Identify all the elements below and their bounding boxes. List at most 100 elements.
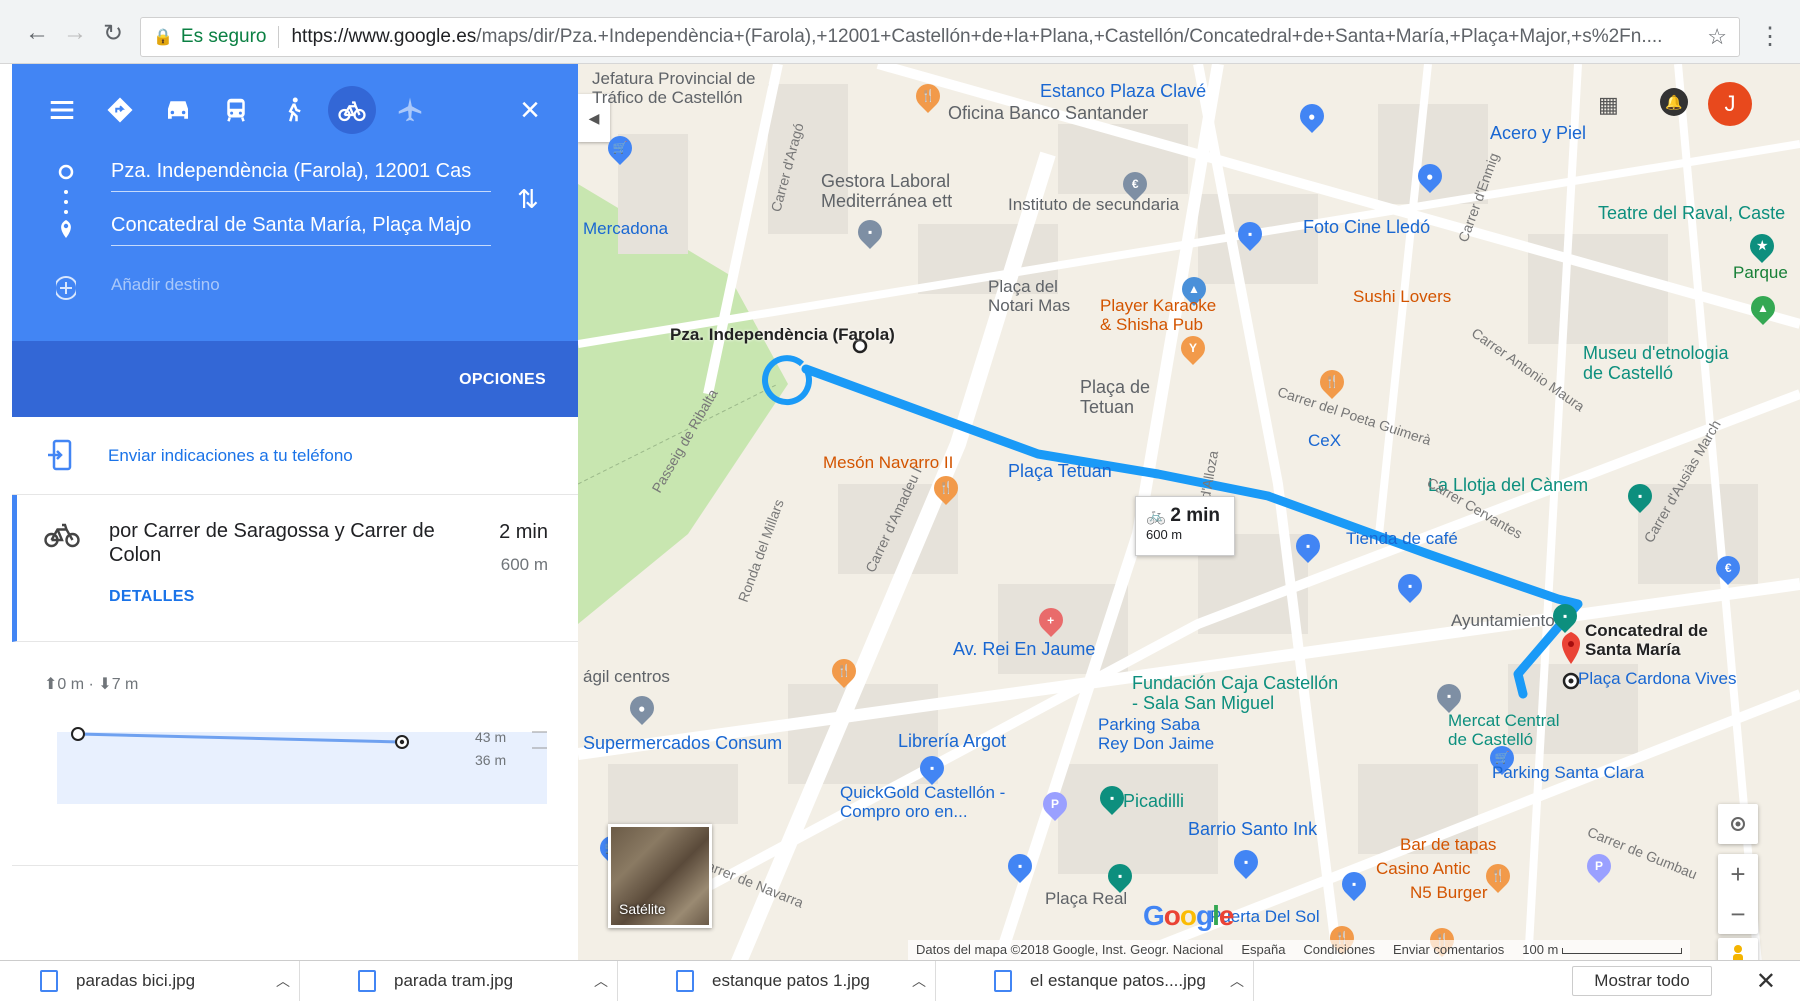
chevron-up-icon[interactable]: ︿ (276, 971, 290, 991)
address-bar[interactable]: 🔒 Es seguro https://www.google.es /maps/… (140, 17, 1740, 57)
google-logo: Google (1143, 900, 1234, 931)
route-distance: 600 m (500, 555, 548, 574)
map-place-label[interactable]: Parking Saba Rey Don Jaime (1098, 715, 1214, 753)
download-item[interactable]: estanque patos 1.jpg ︿ (636, 961, 936, 1001)
map-place-label[interactable]: Mesón Navarro II (823, 453, 953, 473)
map-place-label[interactable]: ágil centros (583, 667, 670, 687)
show-all-downloads-button[interactable]: Mostrar todo (1572, 966, 1712, 996)
notifications-icon[interactable]: 🔔 (1660, 88, 1688, 116)
send-to-phone-row[interactable]: Enviar indicaciones a tu teléfono (12, 417, 578, 495)
image-file-icon (994, 970, 1012, 992)
chevron-up-icon[interactable]: ︿ (912, 971, 926, 991)
map-place-label[interactable]: Plaça Tetuan (1008, 461, 1112, 482)
destination-input[interactable]: Concatedral de Santa María, Plaça Majo (111, 206, 491, 246)
options-button[interactable]: OPCIONES (459, 371, 546, 389)
walk-mode-icon[interactable] (270, 86, 318, 134)
options-bar: OPCIONES (12, 341, 578, 417)
flight-mode-icon[interactable] (386, 86, 434, 134)
route-duration: 2 min (499, 521, 548, 543)
route-via-text: por Carrer de Saragossa y Carrer de Colo… (109, 520, 435, 566)
map-place-label[interactable]: CeX (1308, 431, 1341, 451)
map-place-label[interactable]: Acero y Piel (1490, 123, 1586, 144)
map-place-label[interactable]: Foto Cine Lledó (1303, 217, 1430, 238)
map-attribution: Datos del mapa ©2018 Google, Inst. Geogr… (916, 942, 1224, 957)
origin-input[interactable]: Pza. Independència (Farola), 12001 Cas (111, 152, 491, 192)
bike-small-icon: 🚲 (1146, 508, 1166, 525)
map-place-label[interactable]: Av. Rei En Jaume (953, 639, 1095, 660)
map-place-label[interactable]: Fundación Caja Castellón - Sala San Migu… (1132, 673, 1338, 714)
map-place-label[interactable]: Sushi Lovers (1353, 287, 1451, 307)
apps-grid-icon[interactable]: ▦ (1598, 92, 1619, 118)
map-canvas[interactable]: ◀ 🍴 🛒 ● ● € ▪ ▪ ★ ▲ ▲ Y 🍴 ▪ 🍴 ▪ ▪ € ▪ + … (578, 64, 1800, 960)
map-place-label[interactable]: Ayuntamiento (1451, 611, 1555, 631)
satellite-toggle[interactable]: Satélite (608, 824, 712, 928)
destination-pin-icon[interactable] (1561, 632, 1581, 664)
map-place-label[interactable]: Plaça del Notari Mas (988, 277, 1070, 315)
image-file-icon (40, 970, 58, 992)
swap-route-icon[interactable]: ⇅ (517, 184, 539, 215)
map-place-label[interactable]: Picadilli (1123, 791, 1184, 812)
map-place-label[interactable]: Instituto de secundaria (1008, 195, 1179, 215)
map-place-label[interactable]: Mercat Central de Castelló (1448, 711, 1559, 749)
route-time-tooltip[interactable]: 🚲 2 min 600 m (1135, 496, 1235, 556)
secure-label: Es seguro (180, 26, 267, 47)
best-route-icon[interactable] (96, 86, 144, 134)
download-item[interactable]: parada tram.jpg ︿ (318, 961, 618, 1001)
url-host: https://www.google.es (291, 26, 477, 47)
map-place-label[interactable]: Casino Antic (1376, 859, 1471, 879)
tooltip-time: 2 min (1170, 505, 1220, 526)
transit-mode-icon[interactable] (212, 86, 260, 134)
reload-icon[interactable]: ↻ (98, 18, 128, 48)
download-item[interactable]: el estanque patos....jpg ︿ (954, 961, 1254, 1001)
map-place-label[interactable]: Mercadona (583, 219, 668, 239)
map-place-label[interactable]: Gestora Laboral Mediterránea ett (821, 171, 952, 212)
bike-route-icon (44, 523, 80, 548)
hamburger-menu-icon[interactable] (38, 86, 86, 134)
chevron-up-icon[interactable]: ︿ (1230, 971, 1244, 991)
map-place-label[interactable]: Plaça de Tetuan (1080, 377, 1150, 418)
map-place-label[interactable]: QuickGold Castellón - Compro oro en... (840, 783, 1005, 821)
destination-map-label: Concatedral de Santa María (1585, 621, 1708, 659)
country-link[interactable]: España (1241, 942, 1285, 958)
map-place-label[interactable]: Librería Argot (898, 731, 1006, 752)
zoom-in-button[interactable]: + (1718, 854, 1758, 894)
route-details-link[interactable]: DETALLES (109, 588, 195, 606)
close-shelf-icon[interactable]: ✕ (1756, 967, 1776, 996)
route-waypoint-icons (56, 164, 76, 300)
bookmark-star-icon[interactable]: ☆ (1707, 24, 1727, 50)
map-place-label[interactable]: Oficina Banco Santander (948, 103, 1148, 124)
my-location-button[interactable] (1718, 804, 1758, 844)
map-place-label[interactable]: N5 Burger (1410, 883, 1487, 903)
route-option-card[interactable]: por Carrer de Saragossa y Carrer de Colo… (12, 495, 578, 642)
back-arrow-icon[interactable]: ← (22, 18, 52, 48)
map-place-label[interactable]: Tienda de café (1346, 529, 1458, 549)
account-avatar[interactable]: J (1708, 82, 1752, 126)
bike-mode-icon[interactable] (328, 86, 376, 134)
map-place-label[interactable]: Player Karaoke & Shisha Pub (1100, 296, 1216, 334)
terms-link[interactable]: Condiciones (1303, 942, 1375, 958)
zoom-out-button[interactable]: − (1718, 894, 1758, 934)
map-place-label[interactable]: Parque (1733, 263, 1788, 283)
image-file-icon (358, 970, 376, 992)
map-place-label[interactable]: Bar de tapas (1400, 835, 1496, 855)
map-place-label[interactable]: Barrio Santo Ink (1188, 819, 1317, 840)
close-directions-icon[interactable]: × (512, 91, 548, 129)
map-place-label[interactable]: Teatre del Raval, Caste (1598, 203, 1785, 224)
map-place-label[interactable]: Plaça Real (1045, 889, 1127, 909)
map-place-label[interactable]: Parking Santa Clara (1492, 763, 1644, 783)
map-place-label[interactable]: Supermercados Consum (583, 733, 782, 754)
street-view-pegman-icon[interactable] (1718, 938, 1758, 960)
map-place-label[interactable]: Jefatura Provincial de Tráfico de Castel… (592, 69, 755, 107)
map-place-label[interactable]: Plaça Cardona Vives (1578, 669, 1736, 689)
satellite-label: Satélite (619, 901, 666, 917)
url-path: /maps/dir/Pza.+Independència+(Farola),+1… (476, 26, 1663, 47)
forward-arrow-icon[interactable]: → (60, 18, 90, 48)
map-place-label[interactable]: Estanco Plaza Clavé (1040, 81, 1206, 102)
car-mode-icon[interactable] (154, 86, 202, 134)
browser-menu-icon[interactable]: ⋮ (1758, 22, 1782, 51)
add-destination-input[interactable]: Añadir destino (111, 275, 220, 295)
feedback-link[interactable]: Enviar comentarios (1393, 942, 1504, 958)
download-item[interactable]: paradas bici.jpg ︿ (0, 961, 300, 1001)
map-place-label[interactable]: Museu d'etnologia de Castelló (1583, 343, 1729, 384)
chevron-up-icon[interactable]: ︿ (594, 971, 608, 991)
